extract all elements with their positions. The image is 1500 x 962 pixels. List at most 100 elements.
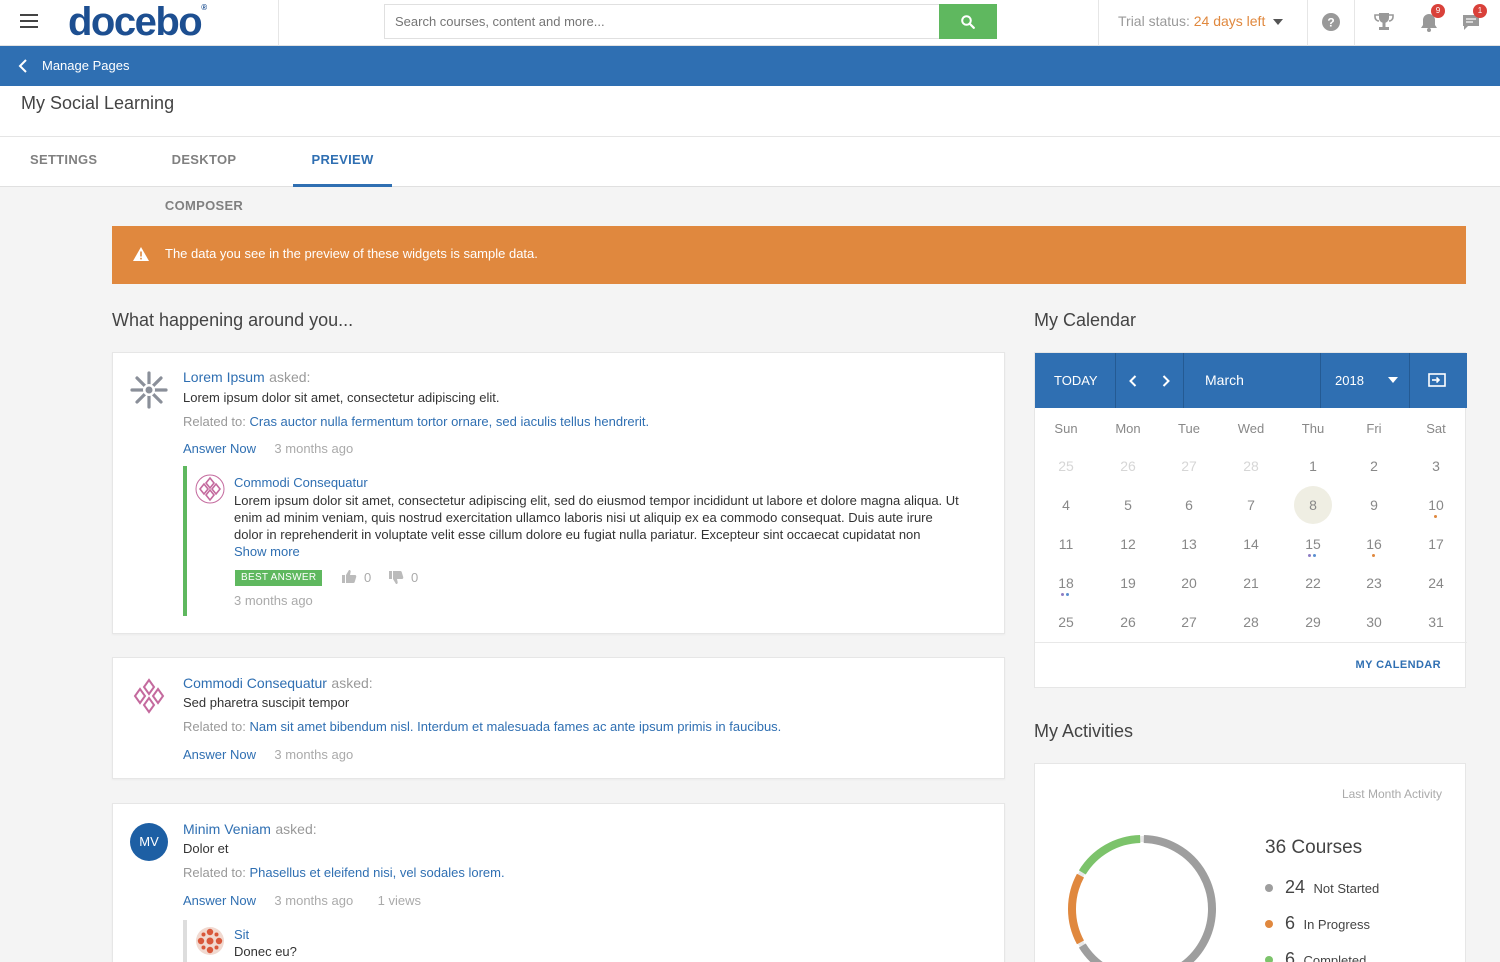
author-name[interactable]: Commodi Consequatur bbox=[183, 675, 327, 691]
avatar bbox=[195, 474, 225, 504]
feed-item: Lorem Ipsum asked: Lorem ipsum dolor sit… bbox=[112, 352, 1005, 634]
calendar-day[interactable]: 19 bbox=[1108, 568, 1148, 598]
back-link[interactable]: Manage Pages bbox=[42, 46, 129, 86]
calendar-day[interactable]: 7 bbox=[1231, 490, 1271, 520]
today-button[interactable]: TODAY bbox=[1054, 353, 1098, 408]
month-label[interactable]: March bbox=[1205, 353, 1244, 408]
messages-button[interactable]: 1 bbox=[1459, 4, 1487, 34]
reply-author[interactable]: Sit bbox=[234, 927, 249, 942]
alert-text: The data you see in the preview of these… bbox=[165, 246, 538, 261]
reply-text: Donec eu? bbox=[234, 944, 297, 959]
calendar-day[interactable]: 8 bbox=[1294, 486, 1332, 524]
calendar-day[interactable]: 26 bbox=[1108, 607, 1148, 637]
author-name[interactable]: Minim Veniam bbox=[183, 821, 271, 837]
legend-label: Not Started bbox=[1313, 881, 1380, 896]
expand-icon[interactable] bbox=[1428, 373, 1446, 387]
divider bbox=[1183, 353, 1184, 408]
calendar-day[interactable]: 24 bbox=[1416, 568, 1456, 598]
search-input[interactable] bbox=[384, 4, 940, 39]
calendar-day[interactable]: 17 bbox=[1416, 529, 1456, 559]
legend-dot bbox=[1265, 884, 1273, 892]
tab-bar: SETTINGS DESKTOP COMPOSER PREVIEW bbox=[0, 137, 1500, 213]
calendar-day[interactable]: 4 bbox=[1046, 490, 1086, 520]
calendar-day[interactable]: 29 bbox=[1293, 607, 1333, 637]
author-name[interactable]: Lorem Ipsum bbox=[183, 369, 265, 385]
logo-text: docebo bbox=[68, 0, 203, 44]
calendar-day-of-week: Tue bbox=[1178, 421, 1200, 436]
prev-month-icon[interactable] bbox=[1129, 375, 1137, 387]
answer-now-link[interactable]: Answer Now bbox=[183, 441, 256, 456]
manage-pages-bar: Manage Pages bbox=[0, 46, 1500, 86]
calendar-day[interactable]: 12 bbox=[1108, 529, 1148, 559]
tab-preview[interactable]: PREVIEW bbox=[293, 137, 392, 187]
help-icon: ? bbox=[1322, 13, 1340, 31]
calendar-day[interactable]: 11 bbox=[1046, 529, 1086, 559]
calendar-day[interactable]: 27 bbox=[1169, 451, 1209, 481]
help-button[interactable]: ? bbox=[1319, 10, 1343, 34]
event-dot bbox=[1371, 554, 1375, 557]
reply-indicator bbox=[183, 920, 187, 962]
menu-icon[interactable] bbox=[20, 14, 38, 28]
thumbs-down-icon[interactable] bbox=[389, 571, 404, 584]
search-button[interactable] bbox=[939, 4, 997, 39]
calendar-day[interactable]: 23 bbox=[1354, 568, 1394, 598]
related-label: Related to: bbox=[183, 865, 246, 880]
calendar-day[interactable]: 25 bbox=[1046, 451, 1086, 481]
calendar-day[interactable]: 1 bbox=[1293, 451, 1333, 481]
calendar-day[interactable]: 13 bbox=[1169, 529, 1209, 559]
donut-segment-completed bbox=[1078, 835, 1141, 875]
chevron-left-icon[interactable] bbox=[18, 59, 28, 73]
calendar-day[interactable]: 14 bbox=[1231, 529, 1271, 559]
notifications-button[interactable]: 9 bbox=[1417, 4, 1445, 34]
avatar bbox=[130, 371, 168, 409]
calendar-day[interactable]: 26 bbox=[1108, 451, 1148, 481]
calendar-day[interactable]: 20 bbox=[1169, 568, 1209, 598]
calendar-day[interactable]: 2 bbox=[1354, 451, 1394, 481]
feed-item: MV Minim Veniam asked: Dolor et Related … bbox=[112, 803, 1005, 962]
page-title: My Social Learning bbox=[21, 93, 175, 113]
related-link[interactable]: Nam sit amet bibendum nisl. Interdum et … bbox=[250, 719, 782, 734]
my-calendar-link[interactable]: MY CALENDAR bbox=[1356, 659, 1441, 671]
related-link[interactable]: Phasellus et eleifend nisi, vel sodales … bbox=[250, 865, 505, 880]
reply-author[interactable]: Commodi Consequatur bbox=[234, 475, 368, 490]
sample-data-alert: The data you see in the preview of these… bbox=[112, 226, 1466, 284]
show-more-link[interactable]: Show more bbox=[234, 544, 300, 559]
caret-down-icon[interactable] bbox=[1388, 377, 1398, 383]
logo[interactable]: docebo® bbox=[68, 0, 207, 46]
calendar-day[interactable]: 30 bbox=[1354, 607, 1394, 637]
activity-donut-chart bbox=[1068, 835, 1216, 962]
calendar-day[interactable]: 3 bbox=[1416, 451, 1456, 481]
timestamp: 3 months ago bbox=[234, 593, 313, 608]
calendar-day[interactable]: 22 bbox=[1293, 568, 1333, 598]
calendar-day[interactable]: 5 bbox=[1108, 490, 1148, 520]
tab-settings[interactable]: SETTINGS bbox=[30, 137, 97, 187]
calendar-day[interactable]: 25 bbox=[1046, 607, 1086, 637]
calendar-day[interactable]: 31 bbox=[1416, 607, 1456, 637]
year-select[interactable]: 2018 bbox=[1335, 353, 1364, 408]
calendar-day[interactable]: 28 bbox=[1231, 451, 1271, 481]
avatar bbox=[130, 677, 168, 715]
activities-widget: Last Month Activity 36 Courses 24 Not St… bbox=[1034, 763, 1466, 962]
calendar-day-of-week: Thu bbox=[1301, 421, 1325, 436]
divider bbox=[1354, 0, 1355, 46]
calendar-day[interactable]: 28 bbox=[1231, 607, 1271, 637]
calendar-day[interactable]: 27 bbox=[1169, 607, 1209, 637]
thumbs-up-icon[interactable] bbox=[342, 570, 357, 583]
next-month-icon[interactable] bbox=[1162, 375, 1170, 387]
related-label: Related to: bbox=[183, 414, 246, 429]
event-dot bbox=[1066, 593, 1069, 596]
related-link[interactable]: Cras auctor nulla fermentum tortor ornar… bbox=[250, 414, 650, 429]
logo-mark: ® bbox=[201, 3, 208, 12]
trial-days: 24 days left bbox=[1193, 13, 1266, 29]
calendar-day[interactable]: 6 bbox=[1169, 490, 1209, 520]
view-count: 1 views bbox=[377, 893, 422, 908]
tab-desktop-composer[interactable]: DESKTOP COMPOSER bbox=[133, 137, 275, 213]
answer-now-link[interactable]: Answer Now bbox=[183, 747, 256, 762]
search-icon bbox=[961, 14, 975, 29]
calendar-day-of-week: Mon bbox=[1115, 421, 1141, 436]
achievements-button[interactable] bbox=[1372, 10, 1396, 34]
calendar-day[interactable]: 21 bbox=[1231, 568, 1271, 598]
trial-status[interactable]: Trial status: 24 days left bbox=[1118, 0, 1284, 44]
calendar-day[interactable]: 9 bbox=[1354, 490, 1394, 520]
answer-now-link[interactable]: Answer Now bbox=[183, 893, 256, 908]
